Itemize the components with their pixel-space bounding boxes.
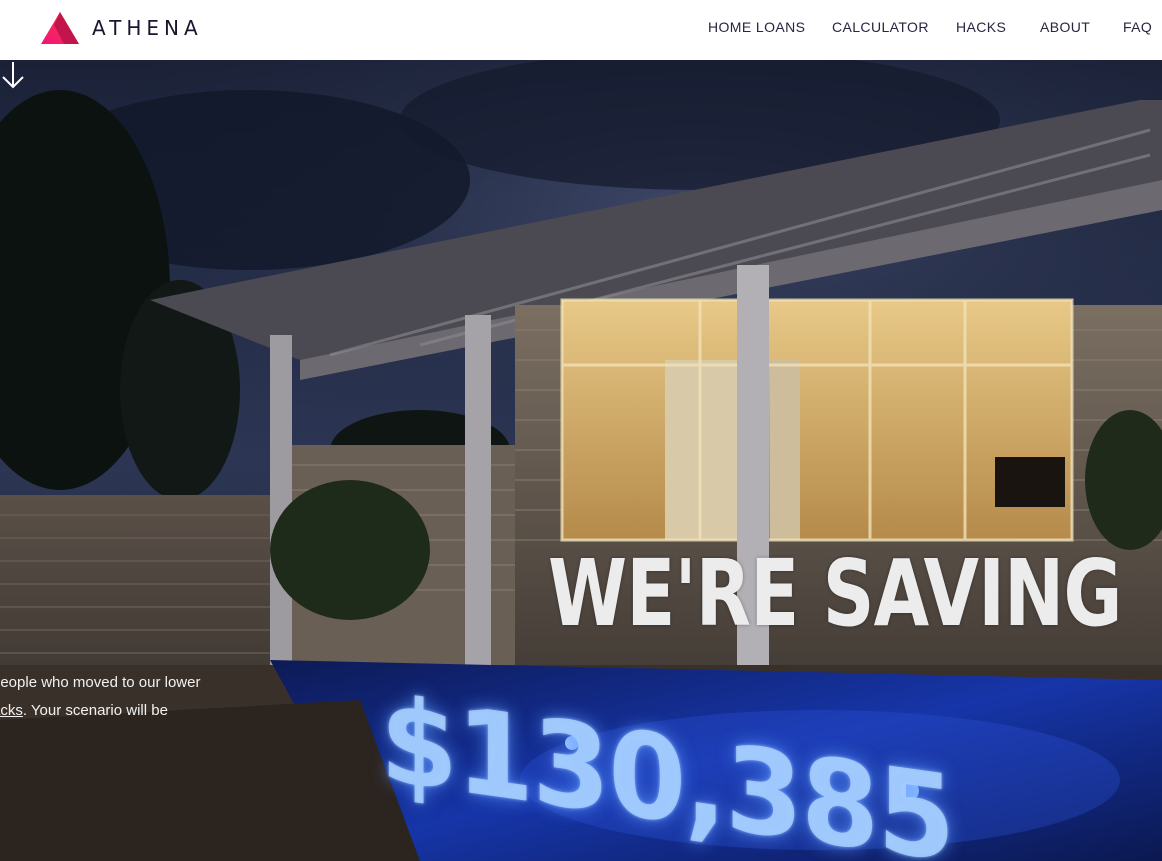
site-header: ATHENA HOME LOANS CALCULATOR HACKS ABOUT… — [0, 0, 1162, 60]
nav-home-loans[interactable]: HOME LOANS — [708, 19, 805, 35]
hero-text-line2-rest: . Your scenario will be — [22, 702, 168, 719]
hero-description: people who moved to our lower acks. Your… — [0, 669, 232, 725]
arrow-down-icon[interactable] — [0, 60, 26, 90]
nav-hacks[interactable]: HACKS — [956, 19, 1006, 35]
nav-about[interactable]: ABOUT — [1040, 19, 1090, 35]
athena-logo-icon[interactable] — [40, 11, 80, 45]
hacks-link[interactable]: acks — [0, 702, 23, 719]
hero-section: WE'RE SAVING $130,385 people who moved t… — [0, 60, 1162, 861]
brand-name[interactable]: ATHENA — [92, 16, 203, 40]
nav-calculator[interactable]: CALCULATOR — [832, 19, 929, 35]
hero-text-line2: acks. Your scenario will be — [0, 697, 232, 725]
nav-faq[interactable]: FAQ — [1123, 19, 1152, 35]
hero-text-line1: people who moved to our lower — [0, 674, 201, 691]
projected-saving-words: WE'RE SAVING — [548, 540, 1122, 647]
